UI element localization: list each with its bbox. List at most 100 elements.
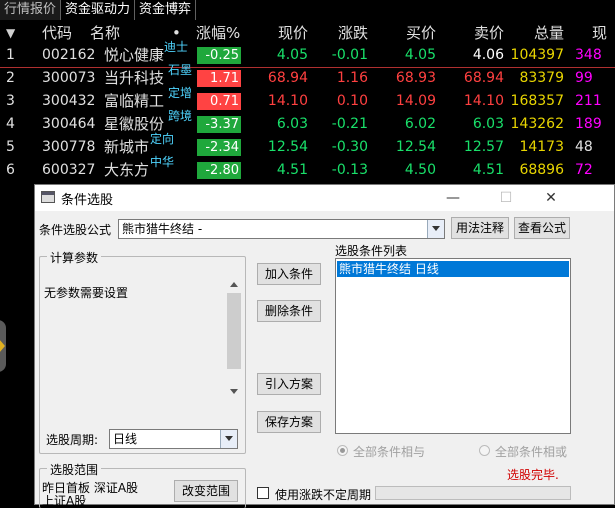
period-select[interactable]: 日线 xyxy=(109,429,238,449)
no-params-text: 无参数需要设置 xyxy=(44,286,129,300)
col-header-volume[interactable]: 总量 xyxy=(508,22,564,45)
ask-price: 12.57 xyxy=(463,139,504,155)
last-price: 4.05 xyxy=(276,47,308,63)
chevron-down-icon[interactable] xyxy=(220,430,237,448)
row-index: 1 xyxy=(6,47,15,63)
stock-name: 大东方 中华 xyxy=(104,155,175,179)
bid-price: 4.50 xyxy=(404,162,436,178)
condition-list[interactable]: 熊市猎牛终结 日线 xyxy=(335,258,571,434)
row-index: 4 xyxy=(6,116,15,132)
change-value: -0.13 xyxy=(331,162,368,178)
maximize-button[interactable]: ☐ xyxy=(483,185,529,211)
table-row[interactable]: 4 300464 星徽股份 跨境 -3.37 6.03 -0.21 6.02 6.… xyxy=(0,109,615,136)
change-value: 1.16 xyxy=(336,70,368,86)
change-pct-badge: -3.37 xyxy=(197,113,243,136)
stock-code: 300432 xyxy=(42,93,96,109)
window-app-icon xyxy=(41,191,55,203)
minimize-button[interactable]: — xyxy=(430,185,476,211)
concept-tag: 迪士 xyxy=(164,40,189,54)
scroll-up-icon[interactable] xyxy=(230,282,238,287)
table-row[interactable]: 5 300778 新城市 定向 -2.34 12.54 -0.30 12.54 1… xyxy=(0,132,615,159)
ask-price: 68.94 xyxy=(463,70,504,86)
col-header-ask[interactable]: 卖价 xyxy=(444,22,504,45)
stock-screener-dialog: 条件选股 — ☐ ✕ 条件选股公式 熊市猎牛终结 - 用法注释 查看公式 计算参… xyxy=(34,184,615,508)
radio-all-or[interactable] xyxy=(479,445,490,456)
view-formula-button[interactable]: 查看公式 xyxy=(514,217,570,239)
change-pct-badge: 1.71 xyxy=(197,67,243,90)
volume: 68896 xyxy=(519,162,564,178)
bid-price: 4.05 xyxy=(404,47,436,63)
top-tab-bar: 行情报价 资金驱动力 资金博弈 xyxy=(0,0,615,22)
ask-price: 6.03 xyxy=(472,116,504,132)
import-plan-button[interactable]: 引入方案 xyxy=(257,373,321,395)
add-condition-button[interactable]: 加入条件 xyxy=(257,263,321,285)
params-scrollbar[interactable] xyxy=(226,279,242,397)
table-row[interactable]: 3 300432 富临精工 定增 0.71 14.10 0.10 14.09 14… xyxy=(0,86,615,113)
dialog-title: 条件选股 xyxy=(61,193,114,208)
table-row[interactable]: 2 300073 当升科技 石墨 1.71 68.94 1.16 68.93 68… xyxy=(0,63,615,90)
volume: 14173 xyxy=(519,139,564,155)
stock-code: 300778 xyxy=(42,139,96,155)
quote-table-header: ▼ 代码 名称 • 涨幅% 现价 涨跌 买价 卖价 总量 现 xyxy=(0,22,615,44)
last-price: 12.54 xyxy=(267,139,308,155)
list-item[interactable]: 熊市猎牛终结 日线 xyxy=(337,261,569,277)
current-amount: 189 xyxy=(575,116,602,132)
params-scroll-thumb[interactable] xyxy=(227,293,241,369)
close-button[interactable]: ✕ xyxy=(528,185,574,211)
bid-price: 12.54 xyxy=(395,139,436,155)
concept-tag: 石墨 xyxy=(168,63,193,77)
col-header-change[interactable]: 涨跌 xyxy=(316,22,368,45)
table-row[interactable]: 1 002162 悦心健康 迪士 -0.25 4.05 -0.01 4.05 4.… xyxy=(0,40,615,67)
params-group: 计算参数 无参数需要设置 选股周期: 日线 xyxy=(39,249,246,454)
side-panel-handle[interactable] xyxy=(0,320,6,372)
formula-label: 条件选股公式 xyxy=(39,223,112,237)
bid-price: 14.09 xyxy=(395,93,436,109)
chevron-down-icon[interactable] xyxy=(427,220,444,238)
tab-quotes[interactable]: 行情报价 xyxy=(0,0,62,20)
ask-price: 14.10 xyxy=(463,93,504,109)
range-group: 选股范围 昨日首板 深证A股 上证A股 改变范围 xyxy=(39,461,246,508)
concept-tag: 跨境 xyxy=(168,109,193,123)
screening-progress-bar xyxy=(375,486,571,500)
ask-price: 4.51 xyxy=(472,162,504,178)
ask-price: 4.06 xyxy=(472,47,504,63)
sort-marker-icon[interactable]: ▼ xyxy=(6,22,20,45)
period-label: 选股周期: xyxy=(46,433,99,447)
current-amount: 48 xyxy=(575,139,593,155)
tab-fund-game[interactable]: 资金博弈 xyxy=(135,0,197,20)
delete-condition-button[interactable]: 删除条件 xyxy=(257,300,321,322)
current-amount: 348 xyxy=(575,47,602,63)
current-amount: 72 xyxy=(575,162,593,178)
concept-tag: 定向 xyxy=(150,132,175,146)
save-plan-button[interactable]: 保存方案 xyxy=(257,411,321,433)
uncertain-period-checkbox[interactable] xyxy=(257,487,269,499)
radio-all-or-label: 全部条件相或 xyxy=(495,445,568,459)
formula-select[interactable]: 熊市猎牛终结 - xyxy=(118,219,445,239)
col-header-pct[interactable]: 涨幅% xyxy=(196,22,240,45)
row-index: 2 xyxy=(6,70,15,86)
stock-name: 新城市 定向 xyxy=(104,132,175,156)
change-value: -0.30 xyxy=(331,139,368,155)
condition-list-label: 选股条件列表 xyxy=(335,244,408,258)
dialog-titlebar[interactable]: 条件选股 — ☐ ✕ xyxy=(35,185,614,211)
row-index: 6 xyxy=(6,162,15,178)
row-index: 3 xyxy=(6,93,15,109)
change-range-button[interactable]: 改变范围 xyxy=(174,480,238,502)
volume: 83379 xyxy=(519,70,564,86)
col-header-price[interactable]: 现价 xyxy=(250,22,308,45)
change-value: -0.01 xyxy=(331,47,368,63)
radio-all-and[interactable] xyxy=(337,445,348,456)
tab-fund-drive[interactable]: 资金驱动力 xyxy=(61,0,136,20)
stock-code: 600327 xyxy=(42,162,96,178)
scroll-down-icon[interactable] xyxy=(230,389,238,394)
usage-notes-button[interactable]: 用法注释 xyxy=(451,217,509,239)
status-text: 选股完毕. xyxy=(507,468,559,482)
range-text: 昨日首板 深证A股 上证A股 xyxy=(42,481,139,508)
col-header-current[interactable]: 现 xyxy=(592,22,615,45)
current-amount: 211 xyxy=(575,93,602,109)
volume: 104397 xyxy=(510,47,564,63)
change-pct-badge: -0.25 xyxy=(197,44,243,67)
col-header-bid[interactable]: 买价 xyxy=(376,22,436,45)
table-row[interactable]: 6 600327 大东方 中华 -2.80 4.51 -0.13 4.50 4.5… xyxy=(0,155,615,182)
stock-code: 300464 xyxy=(42,116,96,132)
